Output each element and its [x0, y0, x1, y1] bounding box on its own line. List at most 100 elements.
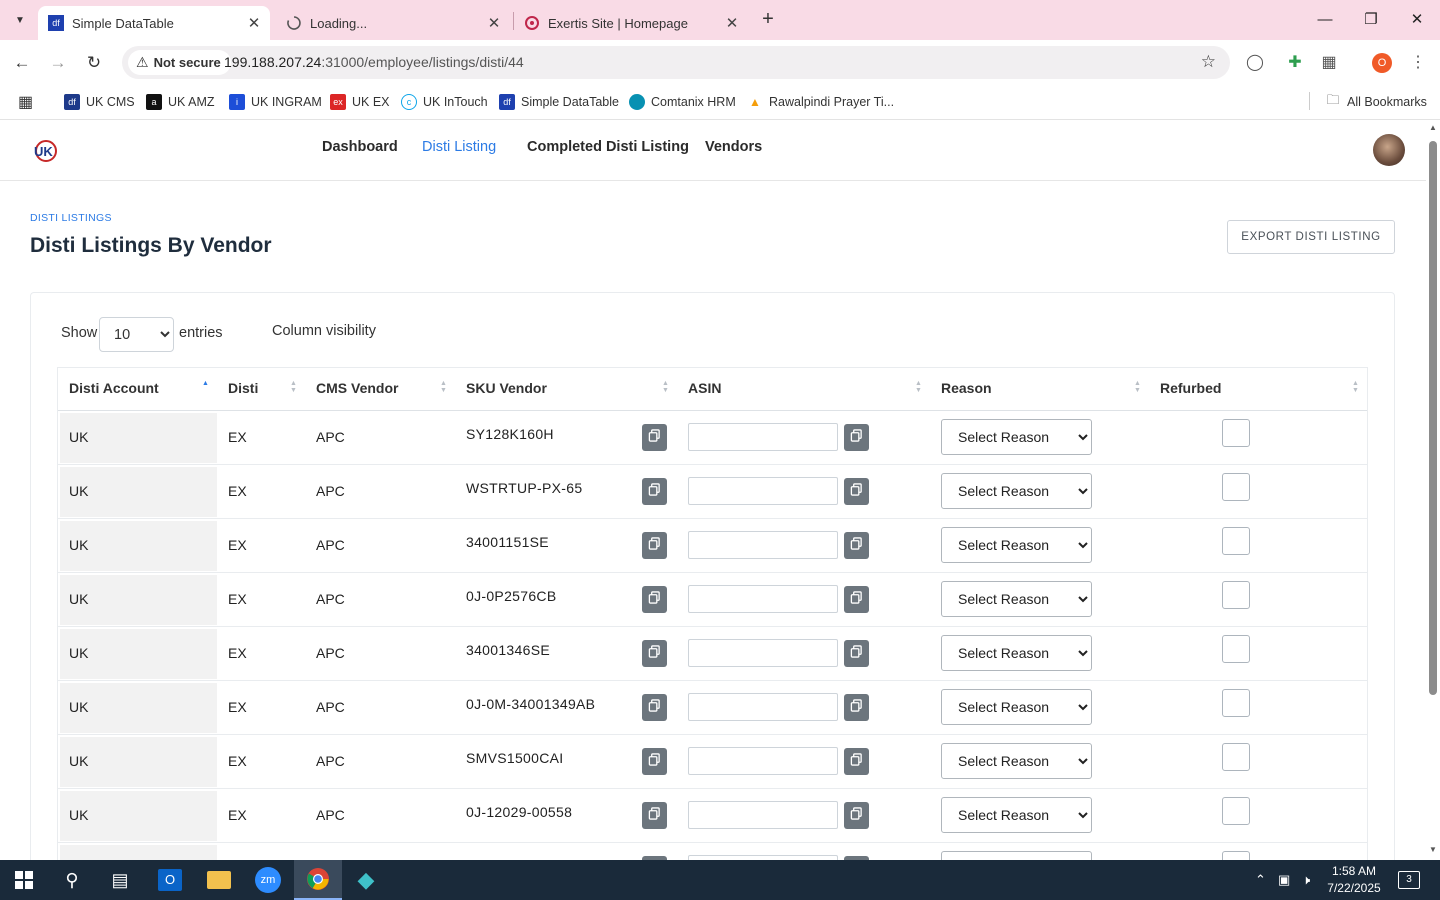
reason-select[interactable]: Select Reason: [941, 527, 1092, 563]
refurbed-checkbox[interactable]: [1222, 473, 1250, 501]
new-tab-icon[interactable]: +: [756, 8, 780, 32]
system-clock[interactable]: 1:58 AM 7/22/2025: [1322, 863, 1386, 897]
url-text[interactable]: 199.188.207.24:31000/employee/listings/d…: [224, 54, 524, 70]
bookmark-uk-intouch[interactable]: c UK InTouch: [401, 92, 488, 112]
sort-icon[interactable]: ▲ ▼: [915, 380, 925, 394]
zoom-icon[interactable]: zm: [244, 860, 292, 900]
col-disti-account[interactable]: Disti Account: [69, 380, 159, 396]
extension-plus-icon[interactable]: ✚: [1284, 52, 1306, 74]
nav-completed-disti-listing[interactable]: Completed Disti Listing: [527, 139, 689, 155]
copy-asin-button[interactable]: [844, 478, 869, 505]
refurbed-checkbox[interactable]: [1222, 581, 1250, 609]
page-scrollbar[interactable]: ▲ ▼: [1426, 121, 1440, 860]
bookmark-comtanix-hrm[interactable]: Comtanix HRM: [629, 92, 736, 112]
reason-select[interactable]: Select Reason: [941, 689, 1092, 725]
security-chip[interactable]: ⚠ Not secure: [128, 50, 231, 75]
asin-input[interactable]: [688, 747, 838, 775]
all-bookmarks[interactable]: 🗀 All Bookmarks: [1325, 92, 1426, 112]
copy-sku-button[interactable]: [642, 478, 667, 505]
sort-icon[interactable]: ▲ ▼: [1352, 380, 1362, 394]
asin-input[interactable]: [688, 639, 838, 667]
col-sku-vendor[interactable]: SKU Vendor: [466, 380, 547, 396]
copy-asin-button[interactable]: [844, 694, 869, 721]
address-bar[interactable]: ⚠ Not secure 199.188.207.24:31000/employ…: [122, 46, 1230, 79]
user-avatar[interactable]: [1373, 134, 1405, 166]
notifications-icon[interactable]: 3: [1398, 871, 1420, 889]
tab-simple-datatable[interactable]: df Simple DataTable ✕: [38, 6, 270, 40]
copy-sku-button[interactable]: [642, 532, 667, 559]
copy-asin-button[interactable]: [844, 424, 869, 451]
windows-start-icon[interactable]: [0, 860, 48, 900]
refurbed-checkbox[interactable]: [1222, 527, 1250, 555]
bookmark-uk-cms[interactable]: df UK CMS: [64, 92, 135, 112]
asin-input[interactable]: [688, 585, 838, 613]
nav-disti-listing[interactable]: Disti Listing: [422, 139, 496, 155]
sort-icon[interactable]: ▲ ▼: [662, 380, 672, 394]
reason-select[interactable]: Select Reason: [941, 743, 1092, 779]
copy-sku-button[interactable]: [642, 694, 667, 721]
translate-icon[interactable]: ◯: [1244, 52, 1266, 74]
tab-search-icon[interactable]: ▼: [8, 8, 32, 32]
column-visibility-button[interactable]: Column visibility: [272, 323, 376, 339]
tab-exertis[interactable]: Exertis Site | Homepage ✕: [514, 6, 748, 40]
chrome-icon[interactable]: [294, 860, 342, 900]
close-icon[interactable]: ✕: [722, 14, 742, 32]
asin-input[interactable]: [688, 801, 838, 829]
col-refurbed[interactable]: Refurbed: [1160, 380, 1221, 396]
close-icon[interactable]: ✕: [244, 14, 264, 32]
extensions-puzzle-icon[interactable]: ▦: [1318, 52, 1340, 74]
copy-sku-button[interactable]: [642, 424, 667, 451]
col-asin[interactable]: ASIN: [688, 380, 721, 396]
asin-input[interactable]: [688, 423, 838, 451]
bookmark-star-icon[interactable]: ☆: [1201, 52, 1216, 72]
bookmark-uk-ex[interactable]: ex UK EX: [330, 92, 390, 112]
copy-sku-button[interactable]: [642, 802, 667, 829]
breadcrumb[interactable]: DISTI LISTINGS: [30, 212, 112, 224]
bookmark-uk-ingram[interactable]: i UK INGRAM: [229, 92, 322, 112]
sort-asc-icon[interactable]: ▲: [202, 380, 212, 387]
volume-muted-icon[interactable]: 🕨: [1302, 872, 1310, 888]
scroll-up-icon[interactable]: ▲: [1428, 123, 1438, 132]
bookmark-simple-datatable[interactable]: df Simple DataTable: [499, 92, 619, 112]
export-disti-listing-button[interactable]: EXPORT DISTI LISTING: [1227, 220, 1395, 254]
copy-asin-button[interactable]: [844, 586, 869, 613]
maximize-icon[interactable]: ❐: [1356, 8, 1386, 32]
copy-asin-button[interactable]: [844, 802, 869, 829]
reason-select[interactable]: Select Reason: [941, 635, 1092, 671]
col-cms-vendor[interactable]: CMS Vendor: [316, 380, 398, 396]
app-diamond-icon[interactable]: ◆: [342, 860, 390, 900]
reason-select[interactable]: Select Reason: [941, 473, 1092, 509]
tray-chevron-icon[interactable]: ⌃: [1255, 872, 1266, 888]
reason-select[interactable]: Select Reason: [941, 419, 1092, 455]
uk-logo-icon[interactable]: UK: [32, 138, 58, 164]
copy-sku-button[interactable]: [642, 748, 667, 775]
asin-input[interactable]: [688, 531, 838, 559]
reason-select[interactable]: Select Reason: [941, 797, 1092, 833]
menu-kebab-icon[interactable]: ⋮: [1407, 52, 1429, 74]
profile-avatar[interactable]: O: [1372, 53, 1392, 73]
sort-icon[interactable]: ▲ ▼: [440, 380, 450, 394]
copy-asin-button[interactable]: [844, 532, 869, 559]
search-icon[interactable]: ⚲: [48, 860, 96, 900]
apps-grid-icon[interactable]: ▦: [18, 92, 33, 112]
nav-dashboard[interactable]: Dashboard: [322, 139, 398, 155]
scrollbar-thumb[interactable]: [1429, 141, 1437, 695]
col-disti[interactable]: Disti: [228, 380, 258, 396]
asin-input[interactable]: [688, 693, 838, 721]
nav-vendors[interactable]: Vendors: [705, 139, 762, 155]
refurbed-checkbox[interactable]: [1222, 689, 1250, 717]
outlook-icon[interactable]: O: [146, 860, 194, 900]
reload-icon[interactable]: ↻: [81, 50, 107, 76]
sort-icon[interactable]: ▲ ▼: [1134, 380, 1144, 394]
col-reason[interactable]: Reason: [941, 380, 992, 396]
sort-icon[interactable]: ▲ ▼: [290, 380, 300, 394]
reason-select[interactable]: Select Reason: [941, 581, 1092, 617]
entries-per-page-select[interactable]: 10: [99, 317, 174, 352]
window-close-icon[interactable]: ✕: [1402, 8, 1432, 32]
tab-loading[interactable]: Loading... ✕: [276, 6, 510, 40]
back-icon[interactable]: ←: [9, 50, 35, 76]
minimize-icon[interactable]: —: [1310, 8, 1340, 32]
task-view-icon[interactable]: ▤: [96, 860, 144, 900]
forward-icon[interactable]: →: [45, 50, 71, 76]
refurbed-checkbox[interactable]: [1222, 743, 1250, 771]
